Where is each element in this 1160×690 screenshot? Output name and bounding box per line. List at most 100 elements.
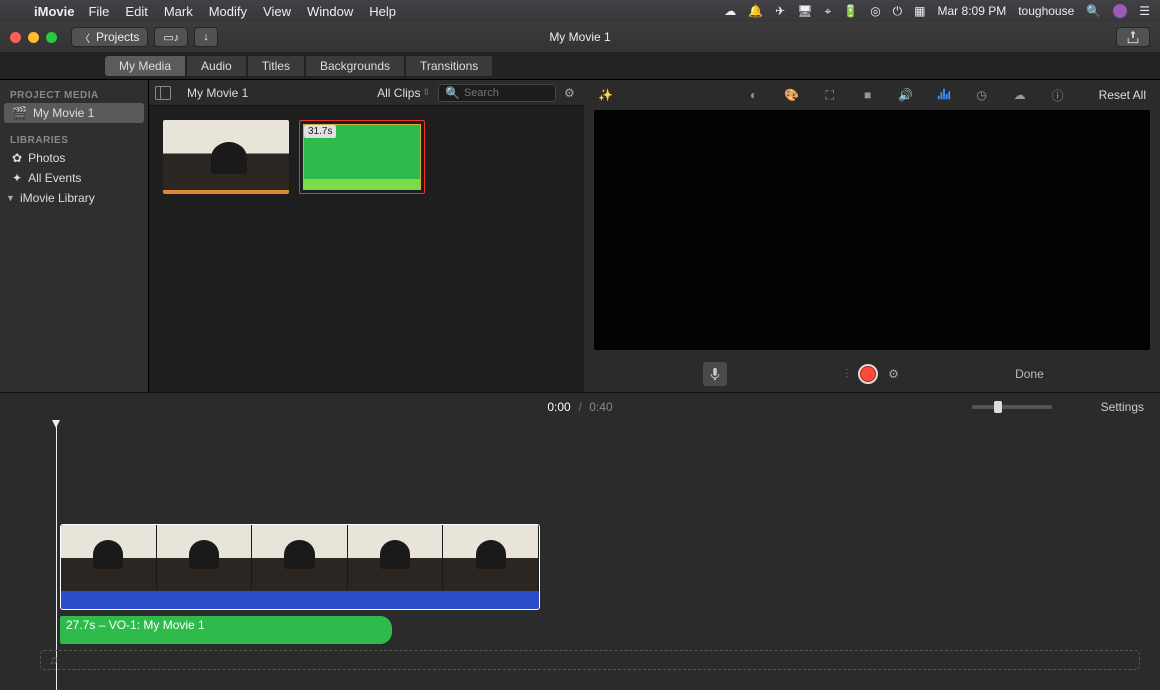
menu-view[interactable]: View bbox=[263, 4, 291, 19]
record-button[interactable] bbox=[858, 364, 878, 384]
window-toolbar: 〈Projects ▭♪ ↓ My Movie 1 bbox=[0, 22, 1160, 52]
duration: 0:40 bbox=[589, 400, 612, 414]
clip-grid: 31.7s bbox=[149, 106, 584, 392]
notification-icon[interactable]: 🔔 bbox=[748, 4, 763, 18]
voiceover-button[interactable] bbox=[703, 362, 727, 386]
screenshot-icon[interactable]: ◎ bbox=[870, 4, 880, 18]
video-frame bbox=[157, 525, 253, 591]
stabilize-icon[interactable]: ■ bbox=[859, 88, 877, 102]
preview-viewport[interactable] bbox=[594, 110, 1150, 350]
sidebar-item-project[interactable]: 🎬 My Movie 1 bbox=[4, 103, 144, 123]
drag-handle-icon[interactable]: ⫶ bbox=[845, 367, 848, 382]
reset-all-button[interactable]: Reset All bbox=[1099, 88, 1146, 102]
video-frame bbox=[61, 525, 157, 591]
effects-icon[interactable]: ☁︎ bbox=[1011, 88, 1029, 102]
gear-icon[interactable]: ⚙︎ bbox=[564, 86, 578, 100]
clip-duration-badge: 31.7s bbox=[304, 125, 336, 138]
tab-transitions[interactable]: Transitions bbox=[405, 55, 493, 77]
speed-icon[interactable]: ◷ bbox=[973, 88, 991, 102]
control-center-icon[interactable]: ☰ bbox=[1139, 4, 1150, 18]
close-button[interactable] bbox=[10, 32, 21, 43]
app-menus: File Edit Mark Modify View Window Help bbox=[88, 4, 396, 19]
menu-modify[interactable]: Modify bbox=[209, 4, 247, 19]
audio-track-clip[interactable]: 27.7s – VO-1: My Movie 1 bbox=[60, 616, 392, 644]
macos-menubar: iMovie File Edit Mark Modify View Window… bbox=[0, 0, 1160, 22]
zoom-button[interactable] bbox=[46, 32, 57, 43]
crop-icon[interactable]: ⛶ bbox=[821, 88, 839, 103]
menubar-tray: ☁︎ 🔔 ✈︎ 🖥 ⌖ 🔋 ◎ ⏻ ▦ Mar 8:09 PM toughous… bbox=[724, 4, 1150, 19]
window-controls bbox=[10, 32, 57, 43]
media-tabs: My Media Audio Titles Backgrounds Transi… bbox=[0, 52, 1160, 80]
import-button[interactable]: ↓ bbox=[194, 27, 218, 47]
sidebar-item-library[interactable]: ▼ iMovie Library bbox=[4, 188, 144, 208]
search-icon: 🔍 bbox=[445, 86, 460, 100]
photos-icon: ✿ bbox=[12, 151, 22, 165]
volume-icon[interactable]: 🔊 bbox=[897, 88, 915, 102]
menu-help[interactable]: Help bbox=[369, 4, 396, 19]
clapperboard-icon: 🎬 bbox=[12, 106, 27, 120]
current-time: 0:00 bbox=[547, 400, 570, 414]
siri-icon[interactable] bbox=[1113, 4, 1127, 18]
user-name[interactable]: toughouse bbox=[1018, 4, 1074, 18]
sidebar-header-project-media: PROJECT MEDIA bbox=[4, 86, 144, 103]
video-track-clip[interactable] bbox=[60, 524, 540, 610]
audio-clip-label: 27.7s – VO-1: My Movie 1 bbox=[66, 618, 205, 632]
layout-toggle[interactable]: ▭♪ bbox=[154, 27, 188, 47]
search-box[interactable]: 🔍 bbox=[438, 84, 556, 102]
sidebar-toggle[interactable] bbox=[155, 86, 171, 100]
media-browser: My Movie 1 All Clips⇳ 🔍 ⚙︎ 31.7s bbox=[149, 80, 584, 392]
menu-window[interactable]: Window bbox=[307, 4, 353, 19]
search-input[interactable] bbox=[464, 87, 554, 99]
time-display: 0:00 / 0:40 bbox=[547, 399, 612, 414]
power-icon[interactable]: ⏻ bbox=[893, 4, 903, 19]
spotlight-icon[interactable]: 🔍 bbox=[1086, 4, 1101, 18]
tab-titles[interactable]: Titles bbox=[247, 55, 305, 77]
video-clip-thumb[interactable] bbox=[163, 120, 289, 194]
preview-footer: ⫶ ⚙ Done bbox=[584, 356, 1160, 392]
color-balance-icon[interactable]: ◐ bbox=[745, 88, 763, 102]
video-frame bbox=[443, 525, 539, 591]
menu-edit[interactable]: Edit bbox=[125, 4, 147, 19]
menu-mark[interactable]: Mark bbox=[164, 4, 193, 19]
sidebar-item-all-events[interactable]: ✦ All Events bbox=[4, 168, 144, 188]
battery-icon[interactable]: 🔋 bbox=[843, 4, 858, 18]
disclosure-triangle-icon[interactable]: ▼ bbox=[6, 193, 14, 203]
timeline-settings-button[interactable]: Settings bbox=[1101, 400, 1144, 414]
browser-project-name: My Movie 1 bbox=[187, 86, 248, 100]
menu-file[interactable]: File bbox=[88, 4, 109, 19]
enhance-icon[interactable]: ✨ bbox=[598, 88, 613, 102]
record-options-icon[interactable]: ⚙ bbox=[888, 367, 899, 381]
tab-audio[interactable]: Audio bbox=[186, 55, 247, 77]
timeline-header: 0:00 / 0:40 Settings bbox=[0, 392, 1160, 420]
projects-button[interactable]: 〈Projects bbox=[71, 27, 148, 47]
bluetooth-icon[interactable]: ⌖ bbox=[824, 4, 831, 19]
done-button[interactable]: Done bbox=[911, 367, 1148, 381]
location-icon[interactable]: ✈︎ bbox=[775, 4, 785, 18]
timeline[interactable]: 27.7s – VO-1: My Movie 1 ♫ bbox=[0, 420, 1160, 690]
library-sidebar: PROJECT MEDIA 🎬 My Movie 1 LIBRARIES ✿ P… bbox=[0, 80, 149, 392]
share-button[interactable] bbox=[1116, 27, 1150, 47]
color-correction-icon[interactable]: 🎨 bbox=[783, 88, 801, 102]
tab-my-media[interactable]: My Media bbox=[104, 55, 186, 77]
wechat-icon[interactable]: ☁︎ bbox=[724, 4, 736, 18]
star-icon: ✦ bbox=[12, 171, 22, 185]
video-frame bbox=[348, 525, 444, 591]
preview-panel: ✨ ◐ 🎨 ⛶ ■ 🔊 ◷ ☁︎ ⓘ Reset All ⫶ bbox=[584, 80, 1160, 392]
audio-clip-thumb[interactable]: 31.7s bbox=[299, 120, 425, 194]
music-track[interactable]: ♫ bbox=[40, 650, 1140, 670]
sidebar-item-photos[interactable]: ✿ Photos bbox=[4, 148, 144, 168]
minimize-button[interactable] bbox=[28, 32, 39, 43]
display-icon[interactable]: 🖥 bbox=[797, 4, 812, 18]
preview-toolbar: ✨ ◐ 🎨 ⛶ ■ 🔊 ◷ ☁︎ ⓘ Reset All bbox=[584, 80, 1160, 110]
tab-backgrounds[interactable]: Backgrounds bbox=[305, 55, 405, 77]
music-icon: ♫ bbox=[49, 653, 58, 667]
sidebar-header-libraries: LIBRARIES bbox=[4, 131, 144, 148]
clip-audio-wave bbox=[61, 591, 539, 609]
zoom-slider[interactable] bbox=[972, 405, 1052, 409]
clock[interactable]: Mar 8:09 PM bbox=[938, 4, 1007, 18]
info-icon[interactable]: ⓘ bbox=[1049, 87, 1067, 104]
clip-filter[interactable]: All Clips⇳ bbox=[377, 86, 430, 100]
app-name[interactable]: iMovie bbox=[34, 4, 74, 19]
grid-icon[interactable]: ▦ bbox=[914, 4, 925, 18]
equalizer-icon[interactable] bbox=[935, 87, 953, 104]
